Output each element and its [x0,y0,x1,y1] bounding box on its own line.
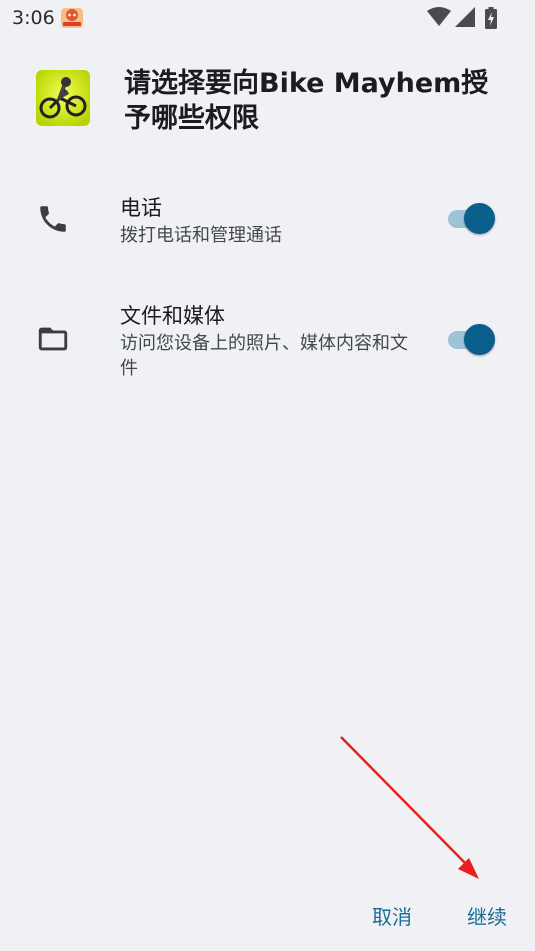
permission-title: 文件和媒体 [120,304,225,328]
permission-title: 电话 [120,196,162,220]
wifi-icon [427,7,451,26]
toggle-knob [464,203,495,234]
phone-permission-toggle[interactable] [448,202,496,234]
files-media-permission-toggle[interactable] [448,323,496,355]
dialog-title: 请选择要向Bike Mayhem授予哪些权限 [124,68,489,134]
battery-charging-icon [485,7,497,29]
status-bar: 3:06 [0,0,535,36]
status-time: 3:06 [12,7,55,29]
permission-description: 访问您设备上的照片、媒体内容和文件 [120,333,408,379]
cancel-button[interactable]: 取消 [372,901,412,930]
permission-description: 拨打电话和管理通话 [120,225,282,246]
signal-icon [455,7,475,27]
bike-mayhem-app-icon [36,70,90,126]
folder-icon [36,322,70,360]
permission-row-phone[interactable]: 电话 拨打电话和管理通话 [0,190,535,260]
phone-icon [36,202,70,240]
permission-row-files-media[interactable]: 文件和媒体 访问您设备上的照片、媒体内容和文件 [0,298,535,388]
notification-app-icon [60,6,84,30]
annotation-arrow-icon [340,736,479,879]
continue-button[interactable]: 继续 [467,901,507,930]
toggle-knob [464,324,495,355]
